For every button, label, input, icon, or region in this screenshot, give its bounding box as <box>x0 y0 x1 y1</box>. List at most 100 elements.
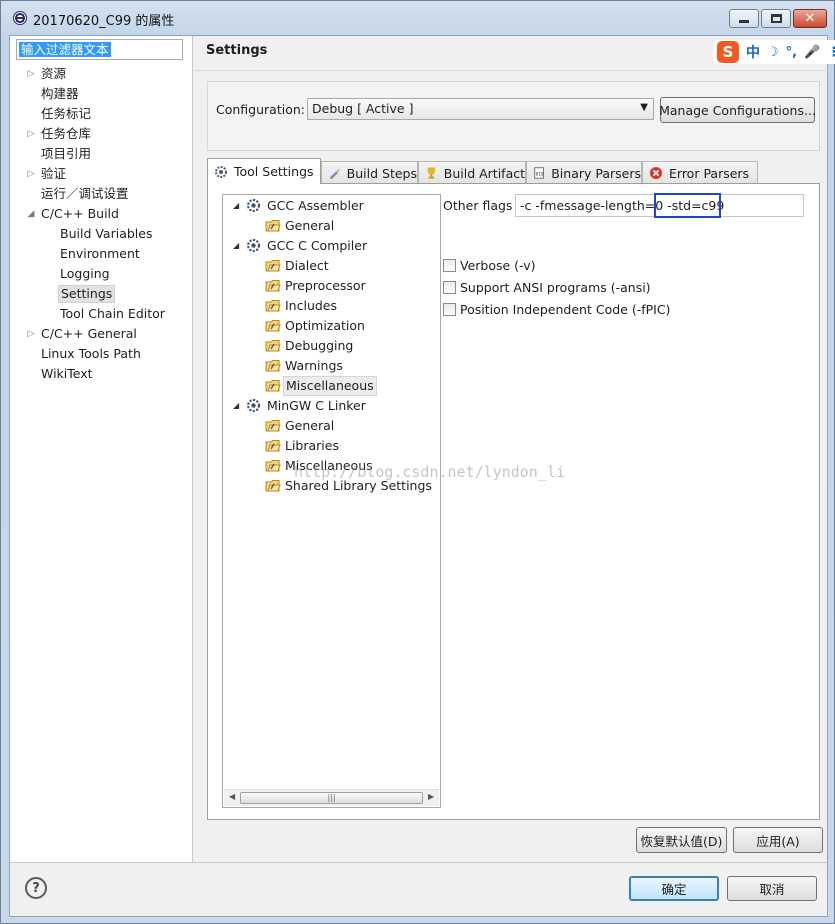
apply-button[interactable]: 应用(A) <box>733 827 823 853</box>
collapsed-arrow-icon[interactable]: ▷ <box>26 124 36 144</box>
ansi-checkbox-row[interactable]: Support ANSI programs (-ansi) <box>443 278 651 296</box>
tool-settings-panel: ◢ GCC Assembler General ◢ GCC C Compiler Dial… <box>207 183 820 820</box>
expanded-arrow-icon[interactable]: ◢ <box>233 196 243 216</box>
cancel-button[interactable]: 取消 <box>727 876 817 901</box>
restore-defaults-button[interactable]: 恢复默认值(D) <box>636 827 727 853</box>
tab-label: Tool Settings <box>234 164 314 179</box>
fpic-checkbox-row[interactable]: Position Independent Code (-fPIC) <box>443 300 670 318</box>
microphone-icon[interactable]: 🎤 <box>804 45 820 60</box>
nav-item[interactable]: 运行／调试设置 <box>10 184 193 204</box>
tool-tree: ◢ GCC Assembler General ◢ GCC C Compiler Dial… <box>222 194 441 808</box>
help-icon[interactable]: ? <box>25 877 47 899</box>
option-folder-icon <box>265 278 281 293</box>
nav-item-label: 任务仓库 <box>41 126 92 141</box>
expanded-arrow-icon[interactable]: ◢ <box>26 204 36 224</box>
nav-item[interactable]: ▷ C/C++ General <box>10 324 193 344</box>
tab-error-parsers[interactable]: Error Parsers <box>642 161 758 184</box>
verbose-checkbox-row[interactable]: Verbose (-v) <box>443 256 536 274</box>
ansi-checkbox[interactable] <box>443 280 456 294</box>
filter-input[interactable]: 输入过滤器文本 <box>16 39 183 60</box>
close-icon: ✕ <box>804 11 816 26</box>
horizontal-scrollbar[interactable]: ◀ ||| ▶ <box>224 789 439 806</box>
verbose-label: Verbose (-v) <box>460 257 536 273</box>
verbose-checkbox[interactable] <box>443 258 456 272</box>
eclipse-logo-icon <box>13 11 27 25</box>
nav-item-label: C/C++ Build <box>41 206 119 221</box>
minimize-button[interactable] <box>729 9 759 28</box>
nav-item-label: 项目引用 <box>41 146 92 161</box>
nav-item-label: 任务标记 <box>41 106 92 121</box>
collapsed-arrow-icon[interactable]: ▷ <box>26 64 36 84</box>
sogou-logo-icon[interactable]: S <box>717 41 739 63</box>
nav-item[interactable]: 项目引用 <box>10 144 193 164</box>
page-title: Settings <box>206 43 268 58</box>
scrollbar-thumb[interactable]: ||| <box>240 792 423 804</box>
punctuation-icon[interactable]: °, <box>786 45 797 60</box>
option-category-label: Includes <box>285 298 338 313</box>
tab-binary-parsers[interactable]: 010 Binary Parsers <box>526 161 642 184</box>
window-title: 20170620_C99 的属性 <box>33 14 175 29</box>
scroll-right-icon[interactable]: ▶ <box>428 792 434 801</box>
annotation-highlight-box <box>654 193 721 218</box>
option-folder-icon <box>265 338 281 353</box>
more-icon[interactable]: ⋮ <box>827 45 835 60</box>
title-bar[interactable]: 20170620_C99 的属性 ✕ <box>1 1 834 35</box>
nav-item[interactable]: WikiText <box>10 364 193 384</box>
option-folder-icon <box>265 418 281 433</box>
nav-item[interactable]: ▷ 任务仓库 <box>10 124 193 144</box>
collapsed-arrow-icon[interactable]: ▷ <box>26 324 36 344</box>
option-category-label: Dialect <box>285 258 329 273</box>
ime-mode-toggle[interactable]: 中 <box>746 42 760 62</box>
nav-item-label: Logging <box>60 266 110 281</box>
expanded-arrow-icon[interactable]: ◢ <box>233 396 243 416</box>
option-folder-icon <box>265 378 281 393</box>
nav-item[interactable]: Settings <box>10 284 193 304</box>
nav-item[interactable]: ▷ 资源 <box>10 64 193 84</box>
tab-build-steps[interactable]: Build Steps <box>321 161 418 184</box>
nav-item[interactable]: ▷ 验证 <box>10 164 193 184</box>
nav-item[interactable]: 构建器 <box>10 84 193 104</box>
tool-node-label: GCC Assembler <box>267 198 364 213</box>
nav-item-label: 资源 <box>41 66 67 81</box>
nav-item[interactable]: 任务标记 <box>10 104 193 124</box>
expanded-arrow-icon[interactable]: ◢ <box>233 236 243 256</box>
option-folder-icon <box>265 438 281 453</box>
moon-icon[interactable]: ☽ <box>767 45 779 60</box>
option-folder-icon <box>265 318 281 333</box>
nav-item-label: Build Variables <box>60 226 153 241</box>
tab-tool-settings[interactable]: Tool Settings <box>207 158 321 184</box>
nav-item[interactable]: Environment <box>10 244 193 264</box>
scroll-left-icon[interactable]: ◀ <box>229 792 235 801</box>
close-button[interactable]: ✕ <box>793 9 827 28</box>
gear-icon <box>215 165 227 178</box>
nav-item-label: Linux Tools Path <box>41 346 141 361</box>
manage-configurations-button[interactable]: Manage Configurations... <box>659 97 816 123</box>
option-category-label: Libraries <box>285 438 339 453</box>
other-flags-label: Other flags <box>443 198 513 213</box>
maximize-button[interactable] <box>761 9 791 28</box>
option-category-label: Warnings <box>285 358 343 373</box>
tool-node-label: MinGW C Linker <box>267 398 366 413</box>
ime-toolbar[interactable]: S 中 ☽ °, 🎤 ⋮ <box>713 40 835 64</box>
brush-icon <box>329 168 340 180</box>
nav-item[interactable]: Build Variables <box>10 224 193 244</box>
nav-item-label: Settings <box>58 285 116 303</box>
nav-item[interactable]: Tool Chain Editor <box>10 304 193 324</box>
nav-item-label: 验证 <box>41 166 67 181</box>
option-folder-icon <box>265 458 281 473</box>
binary-icon: 010 <box>534 167 544 179</box>
nav-item[interactable]: ◢ C/C++ Build <box>10 204 193 224</box>
nav-item-label: C/C++ General <box>41 326 137 341</box>
option-category-label: General <box>285 418 335 433</box>
tab-build-artifact[interactable]: Build Artifact <box>418 161 526 184</box>
ok-button[interactable]: 确定 <box>629 876 719 901</box>
tab-label: Build Steps <box>346 165 417 181</box>
collapsed-arrow-icon[interactable]: ▷ <box>26 164 36 184</box>
tool-gear-icon <box>246 398 261 413</box>
nav-item[interactable]: Linux Tools Path <box>10 344 193 364</box>
footer-divider <box>10 862 827 863</box>
fpic-checkbox[interactable] <box>443 302 456 316</box>
fpic-label: Position Independent Code (-fPIC) <box>460 301 671 317</box>
configuration-select[interactable]: Debug [ Active ] ▼ <box>307 98 654 120</box>
nav-item[interactable]: Logging <box>10 264 193 284</box>
